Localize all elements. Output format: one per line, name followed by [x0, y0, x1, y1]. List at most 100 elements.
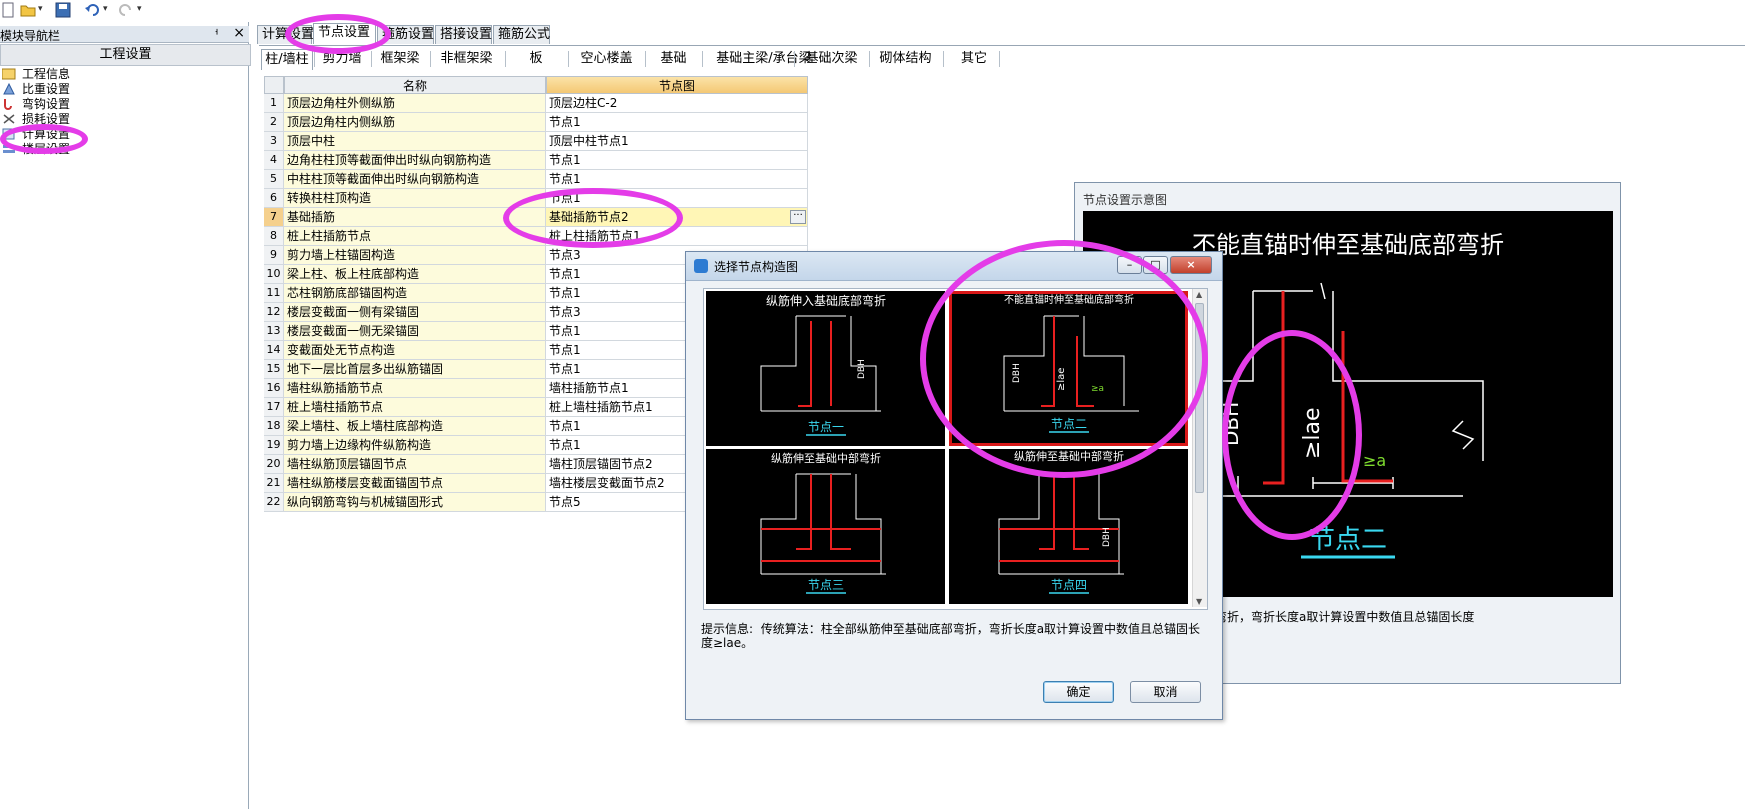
row-value-text: 墙柱插筋节点1 — [549, 381, 629, 395]
row-value-cell[interactable]: 节点1 — [546, 189, 808, 208]
divider — [430, 51, 431, 67]
nav-item-weight[interactable]: 比重设置 — [2, 82, 70, 97]
nav-item-floor[interactable]: 楼层设置 — [2, 142, 70, 157]
row-name-cell: 桩上柱插筋节点 — [284, 227, 546, 246]
row-value-text: 顶层中柱节点1 — [549, 134, 629, 148]
row-name-cell: 梁上墙柱、板上墙柱底部构造 — [284, 417, 546, 436]
hint-text: 传统算法：柱全部纵筋伸至基础底部弯折，弯折长度a取计算设置中数值且总锚固长度≥l… — [701, 622, 1201, 650]
row-value-cell[interactable]: 桩上柱插筋节点1 — [546, 227, 808, 246]
subtab-frame-beam[interactable]: 框架梁 — [375, 49, 425, 69]
table-row[interactable]: 8 桩上柱插筋节点 桩上柱插筋节点1 — [264, 227, 808, 246]
subtab-hollow-floor[interactable]: 空心楼盖 — [574, 49, 639, 69]
row-number: 9 — [264, 246, 284, 265]
node-thumbnail-2[interactable]: 不能直锚时伸至基础底部弯折 DBH ≥lae ≥a 节点二 — [949, 291, 1188, 446]
row-name-cell: 转换柱柱顶构造 — [284, 189, 546, 208]
tab-node-settings[interactable]: 节点设置 — [313, 23, 376, 44]
row-value-text: 节点1 — [549, 153, 581, 167]
row-value-cell[interactable]: 节点1 — [546, 170, 808, 189]
row-value-text: 顶层边柱C-2 — [549, 96, 618, 110]
row-value-text: 节点1 — [549, 115, 581, 129]
row-name-cell: 剪力墙上边缘构件纵筋构造 — [284, 436, 546, 455]
scroll-up-icon[interactable]: ▲ — [1196, 290, 1202, 299]
row-name-cell: 墙柱纵筋顶层锚固节点 — [284, 455, 546, 474]
row-value-cell[interactable]: 顶层中柱节点1 — [546, 132, 808, 151]
dialog-title: 选择节点构造图 — [714, 260, 799, 274]
tab-stirrup-settings[interactable]: 箍筋设置 — [377, 25, 434, 44]
node-thumbnail-3[interactable]: 纵筋伸至基础中部弯折 节点三 — [706, 449, 945, 604]
nav-item-loss[interactable]: 损耗设置 — [2, 112, 70, 127]
row-name-cell: 芯柱钢筋底部锚固构造 — [284, 284, 546, 303]
save-icon[interactable] — [55, 2, 71, 18]
floor-icon — [2, 143, 16, 155]
table-row[interactable]: 7 基础插筋 基础插筋节点2 ··· — [264, 208, 808, 227]
row-value-cell[interactable]: 节点1 — [546, 151, 808, 170]
tab-stirrup-formula[interactable]: 箍筋公式 — [493, 25, 550, 44]
subtab-foundation[interactable]: 基础 — [651, 49, 696, 69]
row-value-text: 墙柱顶层锚固节点2 — [549, 457, 653, 471]
subtab-column[interactable]: 柱/墙柱 — [261, 49, 313, 70]
row-name-cell: 纵向钢筋弯钩与机械锚固形式 — [284, 493, 546, 512]
row-value-text: 节点5 — [549, 495, 581, 509]
subtab-shear-wall[interactable]: 剪力墙 — [317, 49, 367, 69]
select-node-dialog: 选择节点构造图 – □ × 纵筋伸入基础底部弯折 DBH 节点一 不能直锚时伸至… — [685, 251, 1223, 720]
tab-lap-settings[interactable]: 搭接设置 — [435, 25, 492, 44]
divider — [505, 51, 506, 67]
table-row[interactable]: 1 顶层边角柱外侧纵筋 顶层边柱C-2 — [264, 94, 808, 113]
row-name-cell: 墙柱纵筋楼层变截面锚固节点 — [284, 474, 546, 493]
row-value-cell[interactable]: 基础插筋节点2 ··· — [546, 208, 808, 227]
dialog-hint: 提示信息: 传统算法：柱全部纵筋伸至基础底部弯折，弯折长度a取计算设置中数值且总… — [701, 622, 1206, 650]
open-folder-icon[interactable] — [20, 2, 36, 18]
table-row[interactable]: 4 边角柱柱顶等截面伸出时纵向钢筋构造 节点1 — [264, 151, 808, 170]
divider — [869, 51, 870, 67]
cancel-button[interactable]: 取消 — [1130, 681, 1201, 703]
nav-header[interactable]: 工程设置 — [0, 44, 251, 66]
nav-item-calc[interactable]: 计算设置 — [2, 127, 70, 142]
app-icon — [694, 259, 708, 273]
nav-item-project-info[interactable]: 工程信息 — [1, 67, 70, 82]
nav-item-label: 计算设置 — [22, 127, 71, 141]
undo-icon[interactable] — [84, 2, 100, 18]
divider — [794, 51, 795, 67]
minimize-button[interactable]: – — [1117, 256, 1142, 274]
preview-lae-label: ≥lae — [1300, 407, 1325, 459]
new-file-icon[interactable] — [0, 2, 16, 18]
svg-text:DBH: DBH — [1102, 527, 1112, 547]
dialog-title-bar[interactable]: 选择节点构造图 – □ × — [686, 252, 1222, 281]
scrollbar-thumb[interactable] — [1195, 303, 1204, 493]
row-number: 12 — [264, 303, 284, 322]
thumb-scrollbar[interactable]: ▲ ▼ — [1192, 289, 1207, 607]
pin-icon[interactable]: ᅥ — [209, 26, 219, 42]
divider — [943, 51, 944, 67]
subtab-masonry[interactable]: 砌体结构 — [873, 49, 938, 69]
row-value-cell[interactable]: 顶层边柱C-2 — [546, 94, 808, 113]
grid-header-name[interactable]: 名称 — [284, 76, 546, 94]
node-thumbnail-1[interactable]: 纵筋伸入基础底部弯折 DBH 节点一 — [706, 291, 945, 446]
redo-dropdown-icon[interactable]: ▾ — [137, 4, 142, 14]
thumb-label: 节点二 — [1051, 417, 1087, 431]
subtab-slab[interactable]: 板 — [511, 49, 561, 69]
redo-icon[interactable] — [118, 2, 134, 18]
close-icon[interactable]: × — [233, 25, 245, 41]
ok-button[interactable]: 确定 — [1043, 681, 1114, 703]
undo-dropdown-icon[interactable]: ▾ — [103, 4, 108, 14]
row-name-cell: 顶层边角柱外侧纵筋 — [284, 94, 546, 113]
table-row[interactable]: 3 顶层中柱 顶层中柱节点1 — [264, 132, 808, 151]
svg-text:DBH: DBH — [1012, 363, 1022, 383]
open-dropdown-icon[interactable]: ▾ — [38, 4, 43, 14]
tab-calc-settings[interactable]: 计算设置 — [257, 25, 314, 44]
row-value-cell[interactable]: 节点1 — [546, 113, 808, 132]
table-row[interactable]: 6 转换柱柱顶构造 节点1 — [264, 189, 808, 208]
close-button[interactable]: × — [1170, 256, 1212, 274]
subtab-other[interactable]: 其它 — [949, 49, 999, 69]
nav-item-hook[interactable]: 弯钩设置 — [2, 97, 70, 112]
ellipsis-button[interactable]: ··· — [790, 210, 806, 224]
divider — [371, 51, 372, 67]
table-row[interactable]: 5 中柱柱顶等截面伸出时纵向钢筋构造 节点1 — [264, 170, 808, 189]
node-thumbnail-4[interactable]: 纵筋伸至基础中部弯折 DBH 节点四 — [949, 449, 1188, 604]
subtab-foundation-secondary-beam[interactable]: 基础次梁 — [799, 49, 864, 69]
scroll-down-icon[interactable]: ▼ — [1196, 597, 1202, 606]
maximize-button[interactable]: □ — [1143, 256, 1168, 274]
grid-header-value[interactable]: 节点图 — [546, 76, 808, 94]
table-row[interactable]: 2 顶层边角柱内侧纵筋 节点1 — [264, 113, 808, 132]
subtab-non-frame-beam[interactable]: 非框架梁 — [434, 49, 499, 69]
